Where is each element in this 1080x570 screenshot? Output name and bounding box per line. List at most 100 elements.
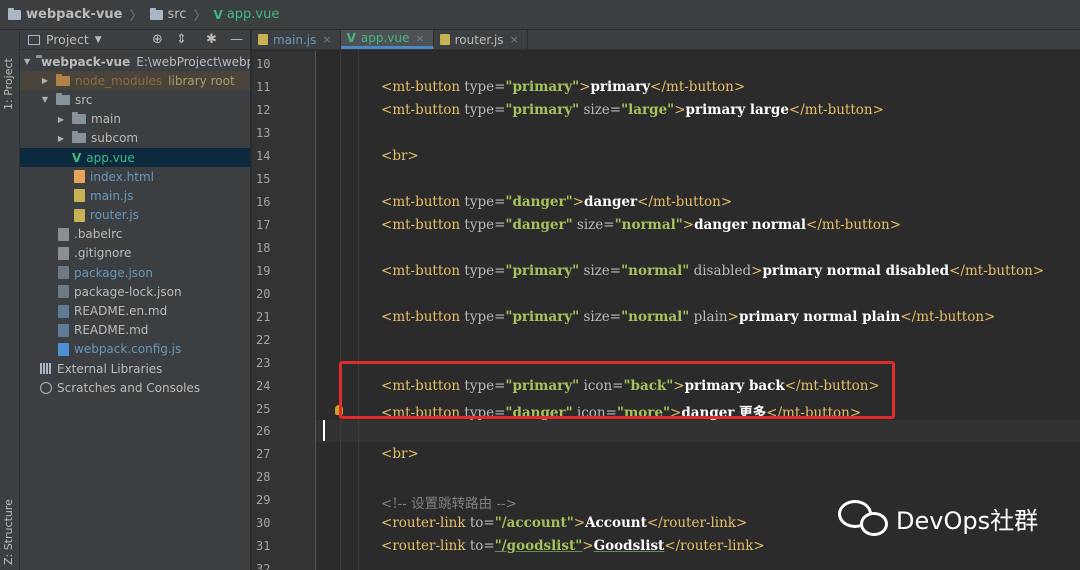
html-file-icon [74, 170, 85, 184]
code-editor[interactable]: 10 11 12 13 14 15 16 17 18 19 20 21 22 23 24 25 26 27 28 29… [252, 51, 1080, 570]
tree-item-label: README.en.md [74, 304, 168, 319]
folder-icon [56, 92, 70, 105]
minimize-icon[interactable]: — [230, 32, 243, 47]
tree-item-subcom[interactable]: ▶ subcom [20, 129, 250, 148]
code-line-21: <mt-button type="primary" size="normal" … [381, 309, 996, 325]
tree-item-webpack-config[interactable]: webpack.config.js [20, 340, 250, 359]
line-number: 16 [256, 195, 271, 209]
scratches-icon [40, 381, 52, 394]
vue-icon: V [346, 31, 356, 45]
tree-item-label: .babelrc [74, 227, 123, 242]
close-icon[interactable]: × [415, 32, 424, 45]
tree-item-readme-en[interactable]: README.en.md [20, 301, 250, 320]
tree-item-gitignore[interactable]: .gitignore [20, 244, 250, 263]
line-number: 26 [256, 424, 271, 438]
tree-item-package-lock-json[interactable]: package-lock.json [20, 282, 250, 301]
vue-icon: V [213, 7, 223, 22]
code-line-17: <mt-button type="danger" size="normal">d… [381, 217, 901, 233]
line-number: 22 [256, 333, 271, 347]
project-icon [28, 34, 40, 45]
config-file-icon [58, 227, 69, 241]
breadcrumb-folder[interactable]: src [149, 7, 187, 22]
folder-icon [72, 112, 86, 125]
line-number: 21 [256, 310, 271, 324]
watermark-text: DevOps社群 [896, 506, 1039, 535]
tree-item-label: External Libraries [57, 361, 163, 376]
tab-main-js[interactable]: main.js × [252, 30, 341, 49]
tree-item-app-vue[interactable]: V app.vue [20, 147, 250, 168]
line-number: 20 [256, 287, 271, 301]
code-line-14: <br> [381, 148, 419, 164]
line-number: 13 [256, 126, 271, 140]
code-line-11: <mt-button type="primary">primary</mt-bu… [381, 79, 746, 95]
breadcrumb-file[interactable]: V app.vue [214, 7, 280, 22]
js-file-icon [74, 208, 85, 222]
structure-tool-tab[interactable]: Z: Structure [2, 485, 15, 565]
project-panel: Project ▼ ⊕ ⇕ ✱ — ▼ webpack-vue E:\webPr… [20, 30, 251, 570]
line-number: 27 [256, 447, 271, 461]
gear-icon[interactable]: ✱ [206, 32, 217, 47]
expand-arrow-icon[interactable]: ▶ [56, 134, 66, 143]
tree-item-root[interactable]: ▼ webpack-vue E:\webProject\webpa [20, 52, 250, 71]
tree-item-label: webpack-vue [41, 54, 131, 69]
tree-item-label: node_modules [75, 73, 163, 88]
line-number: 12 [256, 103, 271, 117]
close-icon[interactable]: × [510, 33, 519, 46]
tree-item-router-js[interactable]: router.js [20, 206, 250, 225]
tree-item-main[interactable]: ▶ main [20, 110, 250, 129]
tree-item-readme[interactable]: README.md [20, 321, 250, 340]
code-line-16: <mt-button type="danger">danger</mt-butt… [381, 194, 733, 210]
line-number: 32 [256, 562, 271, 570]
project-view-selector[interactable]: Project [46, 32, 89, 47]
js-file-icon [439, 34, 450, 45]
code-line-12: <mt-button type="primary" size="large">p… [381, 102, 884, 118]
tree-item-label: package.json [74, 265, 154, 280]
tab-router-js[interactable]: router.js × [434, 30, 528, 49]
line-number: 10 [256, 57, 271, 71]
tree-item-label: .gitignore [74, 246, 132, 261]
project-tool-tab[interactable]: 1: Project [2, 40, 15, 110]
chevron-down-icon[interactable]: ▼ [95, 35, 102, 45]
navigation-bar: webpack-vue 〉 src 〉 V app.vue [0, 0, 1080, 30]
tree-item-path: E:\webProject\webpa [136, 54, 251, 69]
collapse-all-icon[interactable]: ⇕ [176, 32, 187, 47]
tree-item-index-html[interactable]: index.html [20, 167, 250, 186]
tree-item-babelrc[interactable]: .babelrc [20, 225, 250, 244]
expand-arrow-icon[interactable]: ▼ [24, 57, 30, 66]
expand-arrow-icon[interactable]: ▶ [56, 115, 66, 124]
line-number: 18 [256, 241, 271, 255]
expand-arrow-icon[interactable]: ▼ [40, 95, 50, 104]
breadcrumb-project[interactable]: webpack-vue [8, 7, 123, 22]
breadcrumb-separator: 〉 [129, 9, 143, 24]
js-file-icon [258, 34, 268, 45]
tree-item-external-libraries[interactable]: External Libraries [20, 359, 250, 378]
close-icon[interactable]: × [322, 33, 331, 46]
breadcrumb-file-label: app.vue [226, 7, 280, 22]
line-number: 24 [256, 379, 271, 393]
tree-item-scratches[interactable]: Scratches and Consoles [20, 378, 250, 397]
expand-arrow-icon[interactable]: ▶ [40, 76, 50, 85]
locate-icon[interactable]: ⊕ [152, 32, 163, 47]
folder-icon [149, 7, 163, 20]
breadcrumb-separator: 〉 [193, 9, 207, 24]
code-line-30: <router-link to="/account">Account</rout… [381, 515, 748, 531]
tree-item-package-json[interactable]: package.json [20, 263, 250, 282]
project-tree: ▼ webpack-vue E:\webProject\webpa ▶ node… [20, 50, 250, 397]
line-number: 29 [256, 493, 271, 507]
js-file-icon [74, 189, 85, 203]
tree-item-node-modules[interactable]: ▶ node_modules library root [20, 71, 250, 91]
json-file-icon [58, 285, 69, 299]
tree-item-label: subcom [91, 131, 139, 146]
highlight-annotation-box [339, 361, 895, 419]
tree-item-label: Scratches and Consoles [57, 380, 201, 395]
tab-label: app.vue [360, 31, 410, 45]
code-line-19: <mt-button type="primary" size="normal" … [381, 263, 1045, 279]
tree-item-main-js[interactable]: main.js [20, 186, 250, 205]
tab-app-vue[interactable]: V app.vue × [340, 30, 434, 49]
tree-item-label: main [91, 112, 121, 127]
code-area[interactable]: <mt-button type="primary">primary</mt-bu… [316, 51, 1080, 570]
tree-item-label: README.md [74, 323, 149, 338]
line-number: 31 [256, 539, 271, 553]
tree-item-src[interactable]: ▼ src [20, 90, 250, 109]
webpack-file-icon [58, 342, 69, 356]
